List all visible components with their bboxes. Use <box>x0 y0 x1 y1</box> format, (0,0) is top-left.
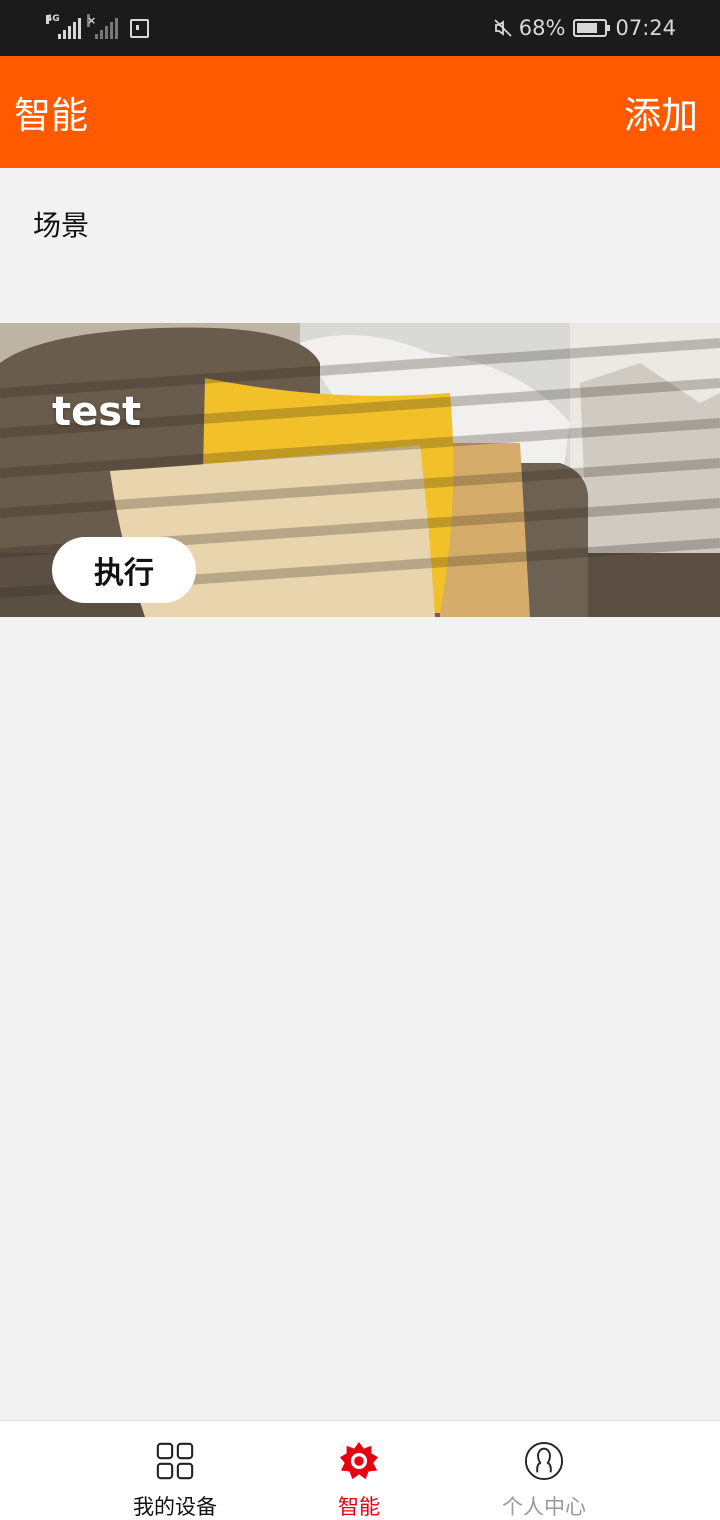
person-icon <box>524 1441 564 1481</box>
run-scene-button[interactable]: 执行 <box>52 537 196 603</box>
scene-name: test <box>52 389 142 435</box>
signal-no-sim-icon: × <box>87 14 118 39</box>
battery-percent: 68% <box>518 16 566 40</box>
mute-icon <box>494 19 512 37</box>
nav-profile[interactable]: 个人中心 <box>469 1421 619 1520</box>
nav-label-smart: 智能 <box>338 1495 380 1519</box>
nav-label-my-devices: 我的设备 <box>133 1495 217 1519</box>
clock: 07:24 <box>615 16 676 40</box>
sim-card-icon <box>130 18 149 38</box>
signal-4g-icon: 4G <box>46 14 81 39</box>
status-bar: 4G × 68% 07:24 <box>0 0 720 56</box>
scene-card[interactable]: test 执行 <box>0 323 720 617</box>
status-right: 68% 07:24 <box>493 16 676 40</box>
grid-icon <box>156 1442 194 1480</box>
network-tag: 4G <box>46 14 60 24</box>
nav-smart[interactable]: 智能 <box>284 1421 434 1520</box>
battery-icon <box>573 19 611 37</box>
bottom-nav: 我的设备 智能 个人中心 <box>0 1420 720 1520</box>
add-button[interactable]: 添加 <box>624 85 698 139</box>
page-title: 智能 <box>14 94 88 137</box>
status-left: 4G × <box>46 14 149 39</box>
smart-sun-icon <box>339 1441 379 1480</box>
section-title: 场景 <box>33 209 90 242</box>
nav-my-devices[interactable]: 我的设备 <box>100 1421 250 1520</box>
app-header: 智能 添加 <box>0 56 720 168</box>
nav-label-profile: 个人中心 <box>502 1495 586 1519</box>
